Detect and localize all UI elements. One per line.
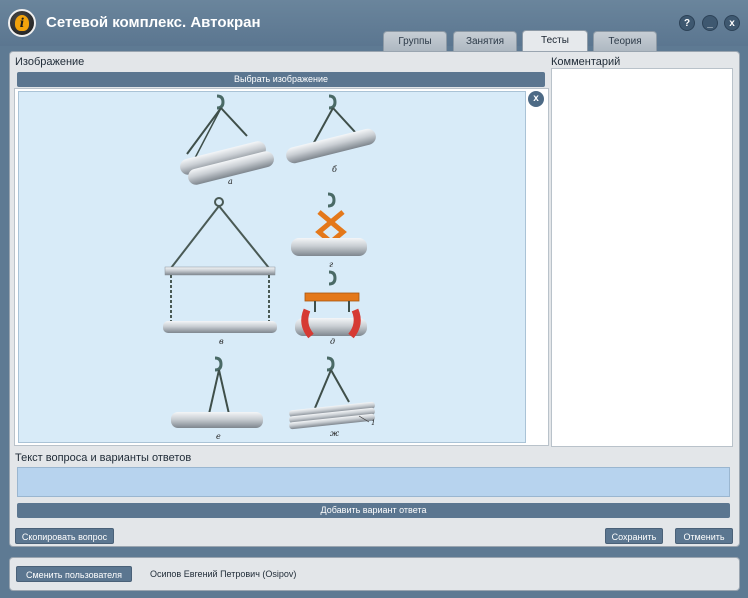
label-g: г: [329, 260, 333, 269]
crane-sling-diagram: а б в г д е 1 ж: [163, 94, 376, 441]
tab-theory[interactable]: Теория: [593, 31, 657, 51]
cancel-button[interactable]: Отменить: [675, 528, 733, 544]
label-zh: ж: [330, 429, 339, 438]
tab-groups[interactable]: Группы: [383, 31, 447, 51]
label-b: б: [332, 165, 337, 174]
question-section-label: Текст вопроса и варианты ответов: [15, 452, 192, 464]
label-1: 1: [371, 419, 375, 427]
close-button[interactable]: x: [724, 15, 740, 31]
comment-section-label: Комментарий: [551, 56, 621, 68]
select-image-button[interactable]: Выбрать изображение: [17, 72, 545, 87]
remove-image-button[interactable]: x: [528, 91, 544, 107]
add-answer-button[interactable]: Добавить вариант ответа: [17, 503, 730, 518]
figure-zh: 1 ж: [289, 356, 375, 438]
figure-a: а: [180, 94, 274, 186]
copy-question-button[interactable]: Скопировать вопрос: [15, 528, 114, 544]
label-v: в: [219, 337, 224, 346]
question-text-input[interactable]: [17, 467, 730, 497]
image-preview: а б в г д е 1 ж: [18, 91, 526, 443]
help-button[interactable]: ?: [679, 15, 695, 31]
image-section-label: Изображение: [15, 56, 85, 68]
label-e: е: [216, 432, 221, 441]
minimize-button[interactable]: _: [702, 15, 718, 31]
figure-d: д: [295, 270, 367, 346]
figure-b: б: [286, 94, 376, 174]
current-user-name: Осипов Евгений Петрович (Osipov): [150, 569, 297, 579]
save-button[interactable]: Сохранить: [605, 528, 663, 544]
figure-v: в: [163, 197, 277, 346]
label-d: д: [330, 337, 335, 346]
figure-g: г: [291, 192, 367, 269]
tab-lessons[interactable]: Занятия: [453, 31, 517, 51]
label-a: а: [228, 177, 233, 186]
figure-e: е: [171, 356, 263, 441]
comment-textarea[interactable]: [551, 68, 733, 447]
app-logo-icon: i: [8, 9, 36, 37]
app-title: Сетевой комплекс. Автокран: [46, 14, 261, 31]
change-user-button[interactable]: Сменить пользователя: [16, 566, 132, 582]
tab-tests[interactable]: Тесты: [522, 30, 588, 52]
